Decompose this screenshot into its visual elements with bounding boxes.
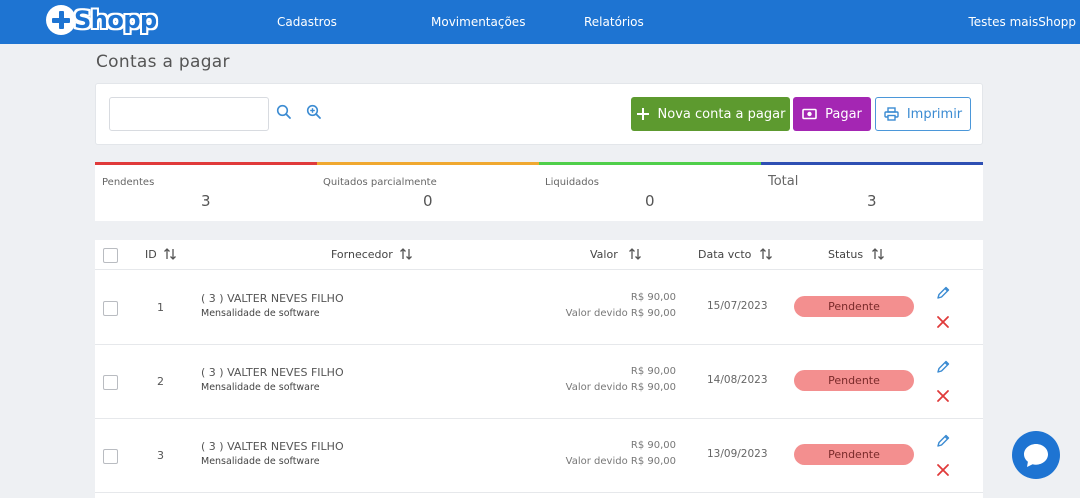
total-bar: [761, 162, 983, 165]
row-due-date: 15/07/2023: [707, 300, 768, 312]
edit-pencil-icon[interactable]: [935, 433, 951, 449]
row-id: 2: [157, 375, 164, 388]
total-label: Total: [768, 174, 799, 189]
row-id: 3: [157, 449, 164, 462]
advanced-search-icon[interactable]: [306, 104, 326, 124]
row-checkbox[interactable]: [103, 449, 118, 464]
row-supplier: ( 3 ) VALTER NEVES FILHO: [201, 292, 344, 305]
status-badge: Pendente: [794, 296, 914, 317]
status-badge: Pendente: [794, 444, 914, 465]
paid-value: 0: [645, 192, 655, 210]
plus-icon: [636, 108, 649, 120]
print-button[interactable]: Imprimir: [875, 97, 971, 131]
nav-cadastros[interactable]: Cadastros: [277, 15, 337, 29]
select-all-checkbox[interactable]: [103, 248, 118, 263]
chat-bubble-icon: [1024, 444, 1048, 467]
row-description: Mensalidade de software: [201, 456, 320, 467]
partial-bar: [317, 162, 539, 165]
total-value: 3: [867, 192, 877, 210]
edit-pencil-icon[interactable]: [935, 359, 951, 375]
row-value: R$ 90,00: [630, 440, 676, 451]
row-checkbox[interactable]: [103, 375, 118, 390]
sort-icon: [163, 248, 176, 260]
table-row[interactable]: 2 ( 3 ) VALTER NEVES FILHO Mensalidade d…: [95, 345, 983, 419]
header-due-date[interactable]: Data vcto: [698, 247, 773, 261]
row-value: R$ 90,00: [630, 366, 676, 377]
row-description: Mensalidade de software: [201, 382, 320, 393]
row-id: 1: [157, 301, 164, 314]
table-row[interactable]: 3 ( 3 ) VALTER NEVES FILHO Mensalidade d…: [95, 419, 983, 493]
nav-relatorios[interactable]: Relatórios: [584, 15, 644, 29]
table-header: ID Fornecedor Valor Data vcto Status: [95, 240, 983, 270]
header-status[interactable]: Status: [828, 247, 885, 261]
brand-logo[interactable]: Shopp: [46, 5, 157, 35]
money-icon: [802, 108, 817, 120]
page-title: Contas a pagar: [96, 52, 230, 72]
pending-value: 3: [201, 192, 211, 210]
paid-bar: [539, 162, 761, 165]
top-navbar: Shopp Cadastros Movimentações Relatórios…: [0, 0, 1080, 44]
row-amount-due: Valor devido R$ 90,00: [565, 382, 676, 393]
partial-label: Quitados parcialmente: [323, 177, 437, 188]
header-id-label: ID: [145, 247, 157, 261]
partial-value: 0: [423, 192, 433, 210]
bills-table: ID Fornecedor Valor Data vcto Status 1 (…: [95, 240, 983, 498]
header-supplier-label: Fornecedor: [331, 247, 393, 261]
status-badge-label: Pendente: [828, 374, 880, 387]
print-label: Imprimir: [906, 106, 963, 122]
delete-x-icon[interactable]: [935, 314, 951, 330]
sort-icon: [872, 248, 885, 260]
plus-logo-icon: [46, 5, 76, 35]
sort-icon: [760, 248, 773, 260]
status-badge-label: Pendente: [828, 448, 880, 461]
header-status-label: Status: [828, 247, 864, 261]
table-row[interactable]: 1 ( 3 ) VALTER NEVES FILHO Mensalidade d…: [95, 271, 983, 345]
pending-label: Pendentes: [102, 177, 155, 188]
printer-icon: [884, 107, 899, 121]
header-id[interactable]: ID: [145, 247, 177, 261]
delete-x-icon[interactable]: [935, 462, 951, 478]
nav-movimentacoes[interactable]: Movimentações: [431, 15, 525, 29]
pending-bar: [95, 162, 317, 165]
chat-widget-button[interactable]: [1012, 431, 1060, 479]
row-value: R$ 90,00: [630, 292, 676, 303]
summary-card: Pendentes 3 Quitados parcialmente 0 Liqu…: [95, 162, 983, 221]
header-due-date-label: Data vcto: [698, 247, 752, 261]
status-badge: Pendente: [794, 370, 914, 391]
brand-name: Shopp: [74, 6, 157, 34]
sort-icon: [399, 248, 412, 260]
row-description: Mensalidade de software: [201, 308, 320, 319]
pay-button[interactable]: Pagar: [793, 97, 871, 131]
status-badge-label: Pendente: [828, 300, 880, 313]
pay-label: Pagar: [825, 106, 862, 122]
search-input[interactable]: [109, 97, 269, 131]
row-amount-due: Valor devido R$ 90,00: [565, 456, 676, 467]
delete-x-icon[interactable]: [935, 388, 951, 404]
new-bill-button[interactable]: Nova conta a pagar: [631, 97, 790, 131]
row-supplier: ( 3 ) VALTER NEVES FILHO: [201, 366, 344, 379]
row-supplier: ( 3 ) VALTER NEVES FILHO: [201, 440, 344, 453]
row-amount-due: Valor devido R$ 90,00: [565, 308, 676, 319]
header-supplier[interactable]: Fornecedor: [331, 247, 413, 261]
row-checkbox[interactable]: [103, 301, 118, 316]
search-icon[interactable]: [276, 104, 296, 124]
edit-pencil-icon[interactable]: [935, 285, 951, 301]
header-value-label: Valor: [590, 247, 618, 261]
new-bill-label: Nova conta a pagar: [657, 106, 786, 122]
header-value[interactable]: Valor: [590, 247, 642, 261]
row-due-date: 14/08/2023: [707, 374, 768, 386]
user-menu[interactable]: Testes maisShopp: [968, 15, 1076, 29]
sort-icon: [628, 248, 641, 260]
paid-label: Liquidados: [545, 177, 599, 188]
row-due-date: 13/09/2023: [707, 448, 768, 460]
toolbar-card: Nova conta a pagar Pagar Imprimir: [95, 83, 983, 145]
